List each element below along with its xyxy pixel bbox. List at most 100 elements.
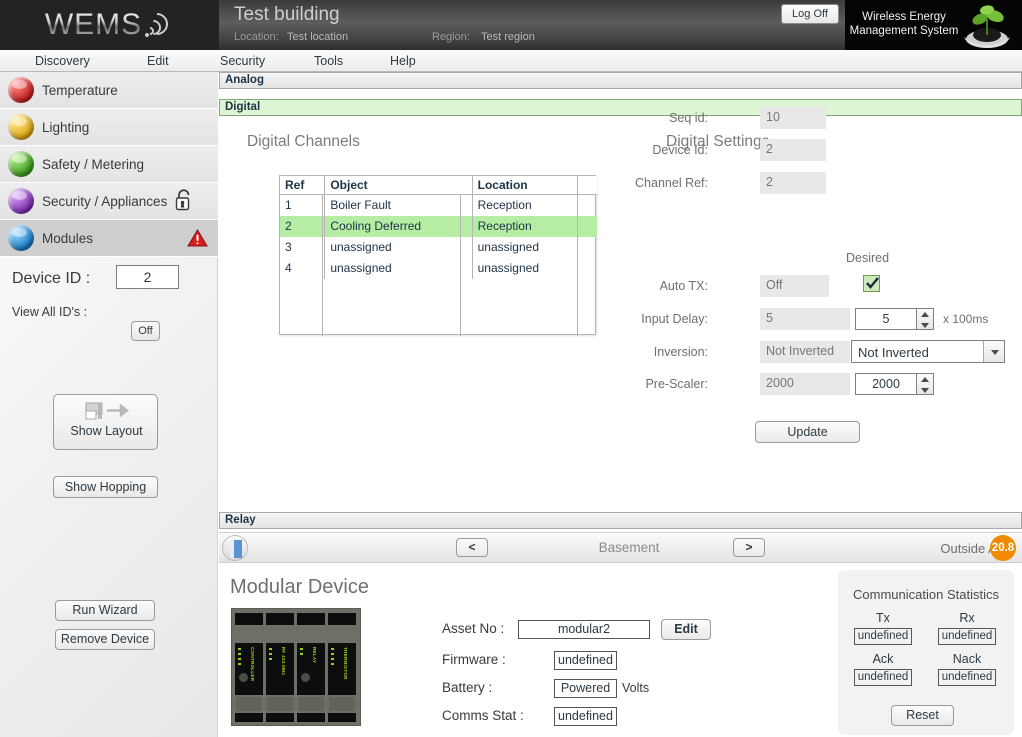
security-appliances-icon xyxy=(8,188,34,214)
accordion-header-relay[interactable]: Relay xyxy=(219,512,1022,529)
cell-ref: 2 xyxy=(280,215,326,237)
input-delay-desired-input[interactable]: 5 xyxy=(855,308,917,330)
ack-value: undefined xyxy=(854,669,912,686)
safety-metering-icon xyxy=(8,151,34,177)
input-delay-spin-buttons[interactable] xyxy=(917,308,934,330)
sidebar-item-label: Modules xyxy=(42,230,94,246)
prescaler-value: 2000 xyxy=(760,373,850,395)
accordion-header-analog[interactable]: Analog xyxy=(219,72,1022,89)
cell-ref: 3 xyxy=(280,236,326,258)
sidebar-item-label: Security / Appliances xyxy=(42,193,168,209)
tx-value: undefined xyxy=(854,628,912,645)
show-layout-button[interactable]: Show Layout xyxy=(53,394,158,450)
next-zone-button[interactable]: > xyxy=(733,538,765,557)
digital-channels-table[interactable]: Ref Object Location 1 Boiler Fault Recep… xyxy=(279,175,597,336)
main-content: Analog Digital Relay Digital Channels Di… xyxy=(219,72,1022,530)
menu-bar: Discovery Edit Security Tools Help xyxy=(0,50,1022,72)
inversion-value-readonly: Not Inverted xyxy=(760,341,850,363)
cell-location: Reception xyxy=(477,198,532,213)
menu-item-help[interactable]: Help xyxy=(390,50,416,72)
table-row[interactable]: 2 Cooling Deferred Reception xyxy=(280,215,597,237)
notebook-icon[interactable] xyxy=(222,535,248,561)
input-delay-value: 5 xyxy=(760,308,850,330)
comms-stat-value: undefined xyxy=(554,707,617,726)
inversion-dropdown[interactable]: Not Inverted xyxy=(851,340,1005,363)
input-delay-stepper[interactable]: 5 xyxy=(855,308,934,330)
modular-device-photo: CONTROLLER RF 434 MHz RELAY THERMISTOR xyxy=(231,608,361,726)
menu-item-edit[interactable]: Edit xyxy=(147,50,169,72)
sidebar-item-security-appliances[interactable]: Security / Appliances xyxy=(0,183,218,220)
log-off-button[interactable]: Log Off xyxy=(781,4,839,24)
tx-label: Tx xyxy=(876,611,890,625)
table-row[interactable]: 1 Boiler Fault Reception xyxy=(280,194,597,216)
prescaler-increment[interactable] xyxy=(917,374,932,384)
sidebar-item-label: Safety / Metering xyxy=(42,156,145,172)
device-id-label: Device ID : xyxy=(12,270,91,287)
cell-object: unassigned xyxy=(324,257,473,279)
channel-ref-value: 2 xyxy=(760,172,826,194)
table-row[interactable]: 3 unassigned unassigned xyxy=(280,236,597,258)
top-bar: WEMS Test building Location: Test locati… xyxy=(0,0,1022,50)
input-delay-decrement[interactable] xyxy=(917,320,932,330)
view-all-ids-toggle[interactable]: Off xyxy=(131,321,160,341)
asset-no-input[interactable]: modular2 xyxy=(518,620,650,639)
seq-id-label: Seq id: xyxy=(669,111,708,125)
previous-zone-button[interactable]: < xyxy=(456,538,488,557)
input-delay-increment[interactable] xyxy=(917,309,932,319)
show-layout-label: Show Layout xyxy=(70,424,143,438)
communication-statistics-title: Communication Statistics xyxy=(853,587,999,602)
cell-location: unassigned xyxy=(477,261,539,275)
location-label: Location: xyxy=(234,31,279,43)
device-id-input[interactable]: 2 xyxy=(116,265,179,289)
menu-item-tools[interactable]: Tools xyxy=(314,50,343,72)
module-label: RELAY xyxy=(312,647,317,664)
update-button[interactable]: Update xyxy=(755,421,860,443)
table-header-row: Ref Object Location xyxy=(280,176,597,195)
prescaler-decrement[interactable] xyxy=(917,385,932,395)
menu-item-security[interactable]: Security xyxy=(220,50,265,72)
cell-ref: 1 xyxy=(280,194,326,216)
prescaler-stepper[interactable]: 2000 xyxy=(855,373,934,395)
rx-value: undefined xyxy=(938,628,996,645)
outside-air-value-badge: 20.8 xyxy=(990,535,1016,561)
sidebar-item-safety-metering[interactable]: Safety / Metering xyxy=(0,146,218,183)
column-header-location: Location xyxy=(472,176,597,195)
prescaler-desired-input[interactable]: 2000 xyxy=(855,373,917,395)
auto-tx-label: Auto TX: xyxy=(659,279,708,293)
location-value: Test location xyxy=(287,31,349,43)
asset-no-label: Asset No : xyxy=(442,621,505,636)
rx-label: Rx xyxy=(959,611,975,625)
firmware-value: undefined xyxy=(554,651,617,670)
notebook-glyph xyxy=(230,540,242,558)
sidebar-item-lighting[interactable]: Lighting xyxy=(0,109,218,146)
module-label: CONTROLLER xyxy=(250,647,255,682)
device-type-title: Modular Device xyxy=(230,576,369,598)
show-hopping-button[interactable]: Show Hopping xyxy=(53,476,158,498)
battery-label: Battery : xyxy=(442,680,493,695)
cell-ref: 4 xyxy=(280,257,326,279)
remove-device-button[interactable]: Remove Device xyxy=(55,629,155,650)
battery-value: Powered xyxy=(554,679,617,698)
edit-asset-button[interactable]: Edit xyxy=(661,619,711,640)
sidebar-item-temperature[interactable]: Temperature xyxy=(0,72,218,109)
reset-statistics-button[interactable]: Reset xyxy=(891,705,954,726)
app-logo: WEMS xyxy=(0,0,219,50)
view-all-ids-label: View All ID's : xyxy=(12,305,88,319)
inversion-selected-option: Not Inverted xyxy=(858,345,929,360)
firmware-label: Firmware : xyxy=(442,652,506,667)
sidebar-item-modules[interactable]: Modules xyxy=(0,220,218,257)
inversion-label: Inversion: xyxy=(653,345,708,359)
table-row[interactable]: 4 unassigned unassigned xyxy=(280,257,597,279)
communication-statistics-panel: Communication Statistics Tx undefined Rx… xyxy=(838,570,1014,735)
modules-icon xyxy=(8,225,34,251)
auto-tx-desired-checkbox[interactable] xyxy=(863,275,880,292)
input-delay-label: Input Delay: xyxy=(641,312,708,326)
chevron-down-icon[interactable] xyxy=(983,341,1004,362)
unlocked-padlock-icon[interactable] xyxy=(175,189,192,211)
run-wizard-button[interactable]: Run Wizard xyxy=(55,600,155,621)
menu-item-discovery[interactable]: Discovery xyxy=(35,50,90,72)
device-id-row: Device ID : 2 xyxy=(0,264,218,298)
desired-column-label: Desired xyxy=(846,251,890,265)
prescaler-spin-buttons[interactable] xyxy=(917,373,934,395)
warning-triangle-icon xyxy=(187,229,208,247)
